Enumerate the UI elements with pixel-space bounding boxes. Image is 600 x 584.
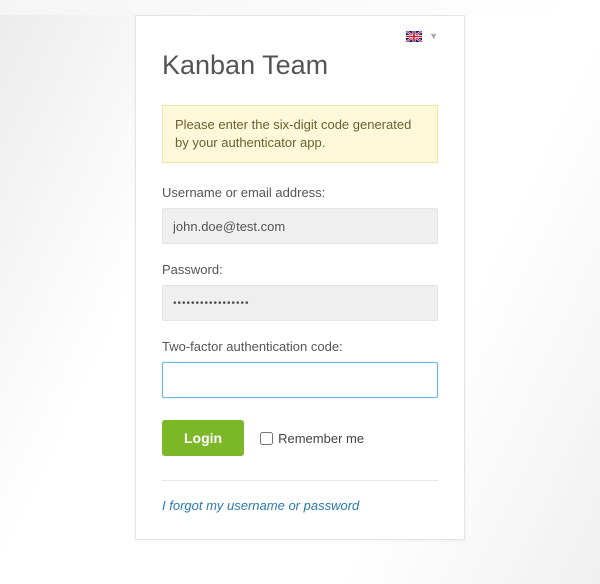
action-row: Login Remember me [162, 420, 438, 456]
forgot-link[interactable]: I forgot my username or password [162, 498, 359, 513]
tfa-label: Two-factor authentication code: [162, 339, 438, 354]
username-label: Username or email address: [162, 185, 438, 200]
login-card: ▼ Kanban Team Please enter the six-digit… [135, 15, 465, 540]
page-title: Kanban Team [162, 50, 438, 81]
login-button[interactable]: Login [162, 420, 244, 456]
password-input[interactable] [162, 285, 438, 321]
language-switcher[interactable]: ▼ [162, 30, 438, 42]
password-label: Password: [162, 262, 438, 277]
remember-label: Remember me [278, 431, 364, 446]
tfa-input[interactable] [162, 362, 438, 398]
remember-me[interactable]: Remember me [260, 431, 364, 446]
uk-flag-icon [406, 31, 422, 42]
username-input[interactable] [162, 208, 438, 244]
remember-checkbox[interactable] [260, 432, 273, 445]
chevron-down-icon: ▼ [429, 31, 438, 41]
notice-banner: Please enter the six-digit code generate… [162, 105, 438, 163]
divider [162, 480, 438, 481]
